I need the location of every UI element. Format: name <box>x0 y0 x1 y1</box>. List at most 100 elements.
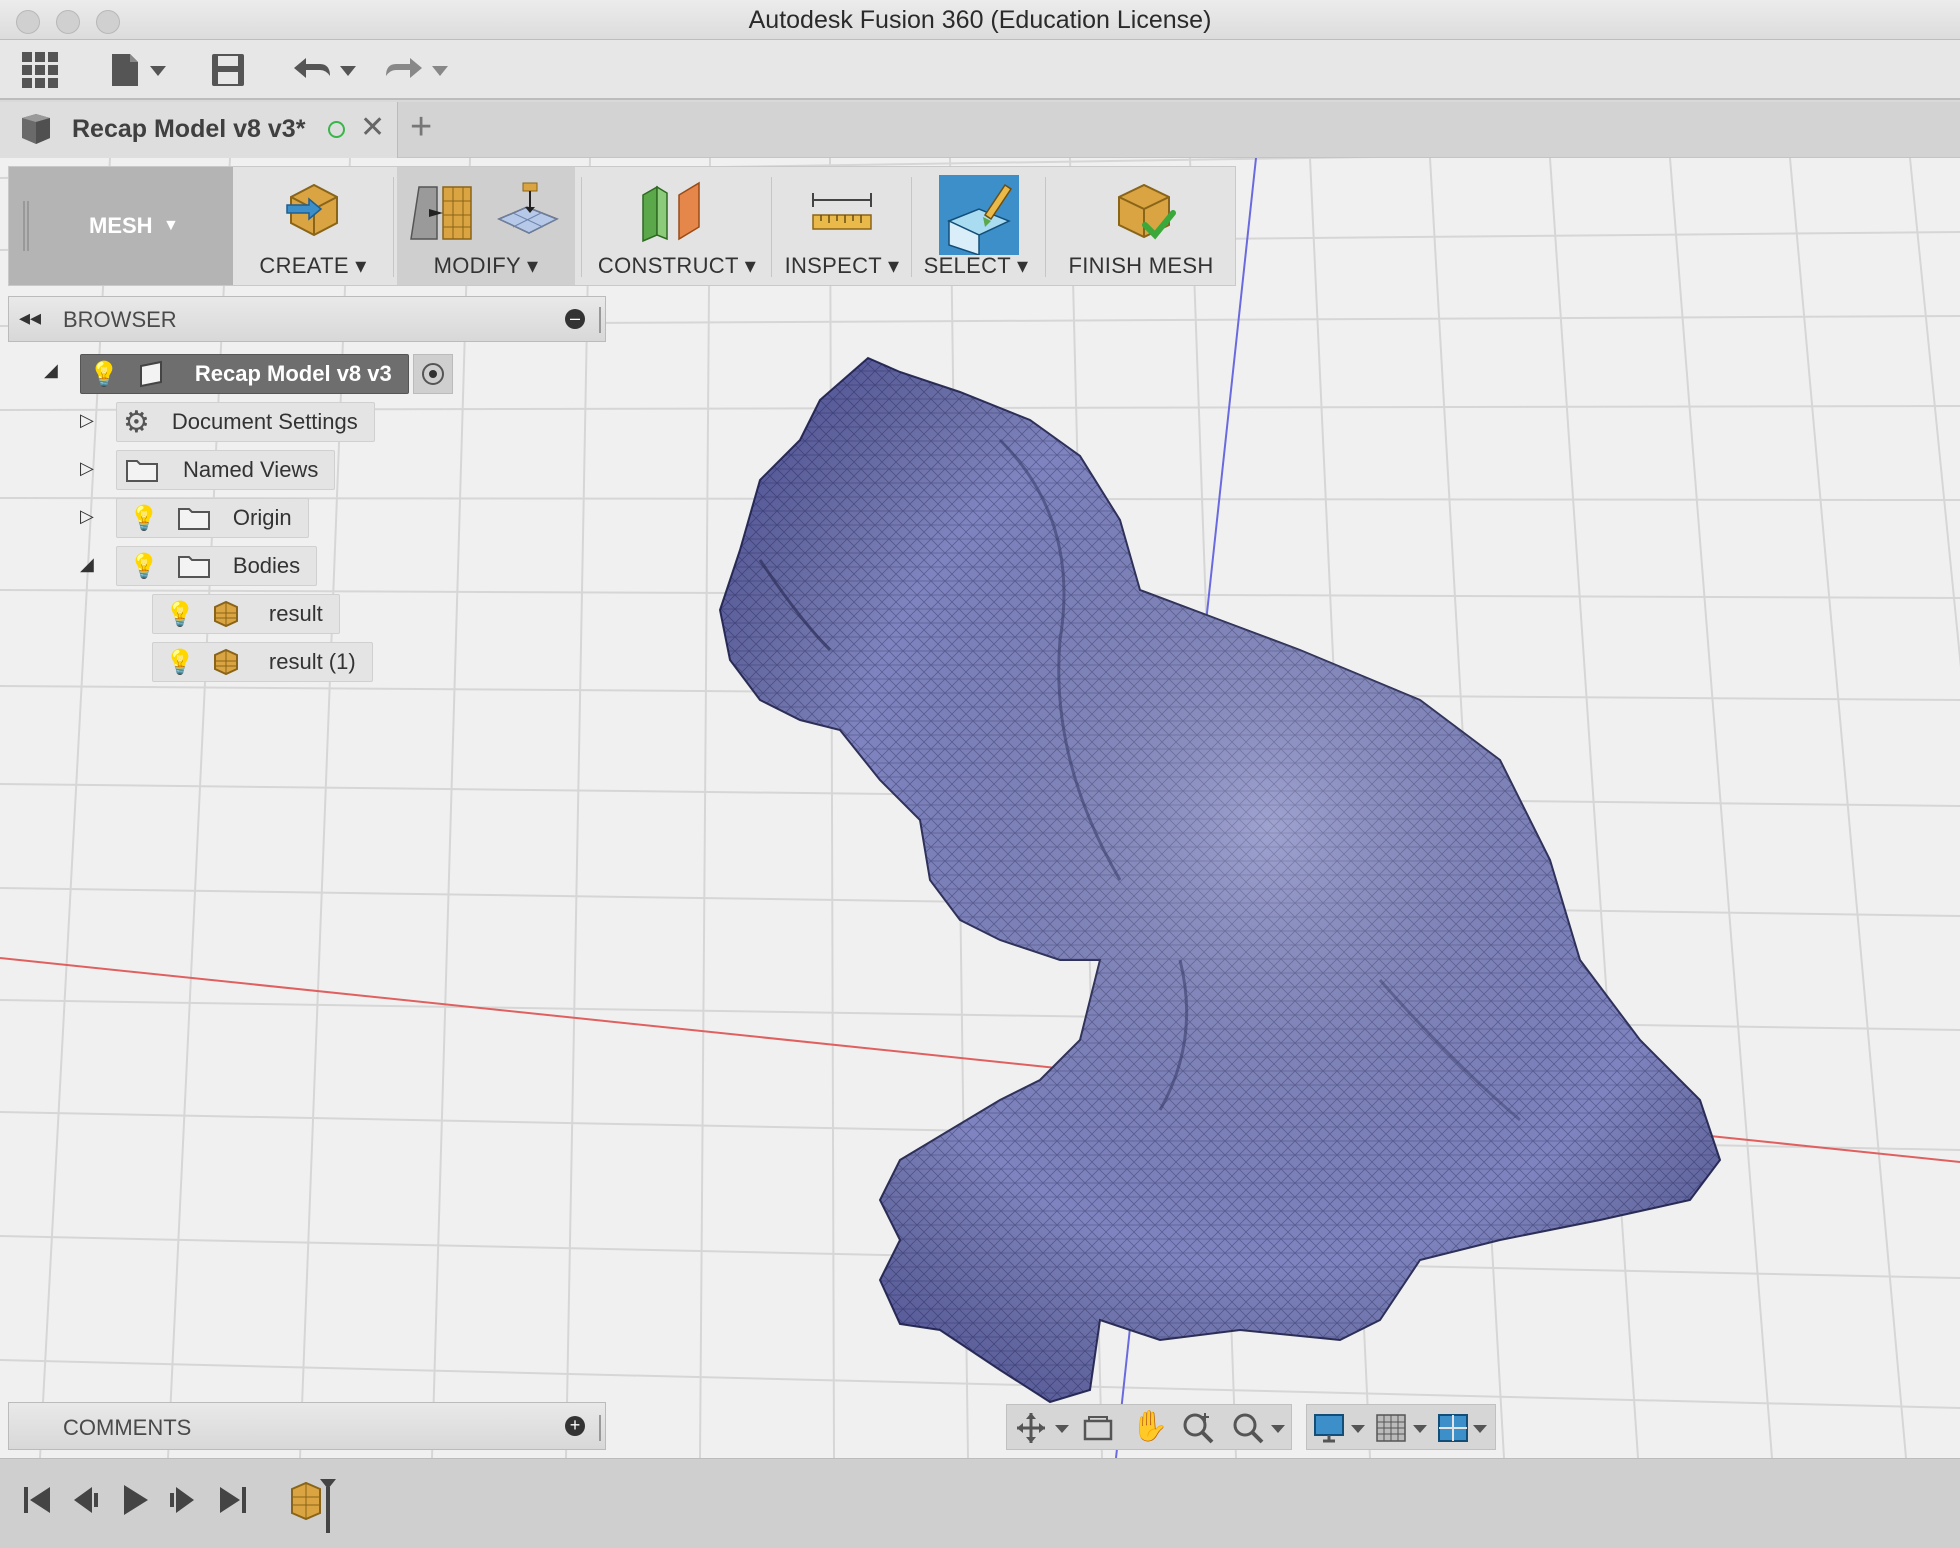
create-mesh-icon <box>286 183 338 237</box>
workspace-switcher[interactable]: MESH ▼ <box>9 167 233 285</box>
undo-icon[interactable] <box>290 50 360 90</box>
lightbulb-off-icon[interactable]: 💡 <box>165 648 195 677</box>
finish-mesh-icon <box>1118 183 1176 240</box>
go-to-start-icon[interactable] <box>20 1479 56 1521</box>
browser-item-named-views[interactable]: Named Views <box>116 450 336 490</box>
timeline-bar <box>0 1458 1960 1548</box>
new-tab-button[interactable]: + <box>410 106 432 149</box>
folder-icon <box>177 556 210 578</box>
document-icon <box>22 114 50 144</box>
folder-icon <box>177 508 210 530</box>
saved-status-icon <box>328 121 345 138</box>
document-tab[interactable]: Recap Model v8 v3* ✕ <box>0 102 398 158</box>
browser-item-result[interactable]: 💡 result <box>152 594 340 634</box>
result-1-label: result (1) <box>268 649 356 674</box>
viewports-icon[interactable] <box>1437 1411 1497 1445</box>
pan-hand-icon[interactable]: ✋ <box>1131 1409 1168 1444</box>
file-menu-icon[interactable] <box>110 50 170 90</box>
select-menu-label: SELECT ▾ <box>923 253 1029 278</box>
window-title: Autodesk Fusion 360 (Education License) <box>748 6 1212 34</box>
look-at-icon[interactable] <box>1081 1411 1115 1445</box>
browser-item-document-settings[interactable]: ⚙ Document Settings <box>116 402 375 442</box>
browser-item-origin[interactable]: 💡 Origin <box>116 498 309 538</box>
browser-panel-header[interactable]: ◂◂ BROWSER – <box>8 296 606 342</box>
title-bar: Autodesk Fusion 360 (Education License) <box>0 0 1960 40</box>
collapse-browser-icon[interactable]: ◂◂ <box>19 305 41 331</box>
root-collapse-icon[interactable]: ◢ <box>44 360 58 381</box>
inspect-menu-label: INSPECT ▾ <box>784 253 900 278</box>
timeline-mesh-feature-icon[interactable] <box>286 1473 346 1537</box>
ribbon-grip-handle[interactable] <box>23 201 29 251</box>
display-settings-icon[interactable] <box>1313 1411 1373 1445</box>
fit-zoom-icon[interactable] <box>1231 1411 1291 1445</box>
browser-root-item[interactable]: 💡 Recap Model v8 v3 <box>80 354 453 394</box>
measure-ruler-icon <box>812 193 872 230</box>
create-menu-label: CREATE ▾ <box>259 253 367 278</box>
select-menu[interactable]: SELECT ▾ <box>915 167 1037 285</box>
document-tab-title: Recap Model v8 v3* <box>72 115 306 143</box>
modify-menu[interactable]: MODIFY ▾ <box>397 167 575 285</box>
bodies-label: Bodies <box>232 553 301 578</box>
toolbar-ribbon: MESH ▼ CREATE ▾ MODIFY ▾ CONSTRUCT ▾ INS… <box>8 166 1236 286</box>
root-item-label: Recap Model v8 v3 <box>194 361 392 386</box>
collapse-bodies-icon[interactable]: ◢ <box>80 554 94 575</box>
grid-settings-icon[interactable] <box>1375 1411 1435 1445</box>
orbit-icon[interactable] <box>1015 1411 1075 1445</box>
modify-plane-cut-icon <box>497 182 559 234</box>
zoom-icon[interactable] <box>1181 1411 1215 1445</box>
step-back-icon[interactable] <box>68 1479 104 1521</box>
comments-title: COMMENTS <box>63 1415 192 1440</box>
minus-circle-icon[interactable]: – <box>565 309 585 329</box>
document-settings-label: Document Settings <box>171 409 358 434</box>
finish-mesh-button[interactable]: FINISH MESH <box>1051 167 1231 285</box>
redo-icon[interactable] <box>382 50 452 90</box>
paint-select-icon <box>939 175 1019 255</box>
document-tab-bar: Recap Model v8 v3* ✕ + <box>0 102 1960 158</box>
browser-item-result-1[interactable]: 💡 result (1) <box>152 642 373 682</box>
close-tab-icon[interactable]: ✕ <box>360 110 385 145</box>
workspace-dropdown-icon: ▼ <box>163 217 179 234</box>
nav-tools-group: ✋ <box>1006 1404 1292 1450</box>
mesh-body-icon <box>213 600 238 628</box>
lightbulb-off-icon[interactable]: 💡 <box>129 504 159 533</box>
go-to-end-icon[interactable] <box>214 1479 250 1521</box>
component-icon <box>139 360 162 388</box>
inspect-menu[interactable]: INSPECT ▾ <box>777 167 907 285</box>
lightbulb-icon[interactable]: 💡 <box>165 600 195 629</box>
timeline-marker <box>326 1487 330 1533</box>
quick-access-toolbar <box>0 40 1960 100</box>
navigation-bar: ✋ <box>1006 1404 1496 1450</box>
save-icon[interactable] <box>210 50 246 90</box>
lightbulb-icon[interactable]: 💡 <box>129 552 159 581</box>
construct-plane-icon <box>642 181 700 243</box>
browser-title: BROWSER <box>63 307 177 332</box>
display-settings-group <box>1306 1404 1496 1450</box>
construct-menu-label: CONSTRUCT ▾ <box>597 253 757 278</box>
step-forward-icon[interactable] <box>164 1479 200 1521</box>
mesh-body-icon <box>213 648 238 676</box>
create-menu[interactable]: CREATE ▾ <box>239 167 387 285</box>
comments-panel-header[interactable]: COMMENTS + <box>8 1402 606 1450</box>
modify-reduce-icon <box>410 186 472 240</box>
named-views-label: Named Views <box>183 457 319 482</box>
lion-mesh-model[interactable] <box>0 158 1960 1458</box>
plus-circle-icon[interactable]: + <box>565 1416 585 1436</box>
viewport-canvas[interactable] <box>0 158 1960 1458</box>
browser-item-bodies[interactable]: 💡 Bodies <box>116 546 318 586</box>
result-label: result <box>268 601 323 626</box>
expand-origin-icon[interactable]: ▷ <box>80 506 94 527</box>
gear-icon: ⚙ <box>123 405 150 439</box>
panel-drag-handle[interactable] <box>599 307 601 333</box>
construct-menu[interactable]: CONSTRUCT ▾ <box>587 167 767 285</box>
expand-named-views-icon[interactable]: ▷ <box>80 458 94 479</box>
lightbulb-icon[interactable]: 💡 <box>89 360 119 389</box>
app-grid-icon[interactable] <box>22 50 58 90</box>
finish-mesh-label: FINISH MESH <box>1068 253 1214 278</box>
play-icon[interactable] <box>116 1479 152 1521</box>
folder-icon <box>126 460 158 482</box>
activate-component-radio[interactable] <box>412 354 453 394</box>
workspace-label: MESH <box>89 213 153 238</box>
expand-document-settings-icon[interactable]: ▷ <box>80 410 94 431</box>
panel-drag-handle[interactable] <box>599 1415 601 1441</box>
origin-label: Origin <box>232 505 292 530</box>
